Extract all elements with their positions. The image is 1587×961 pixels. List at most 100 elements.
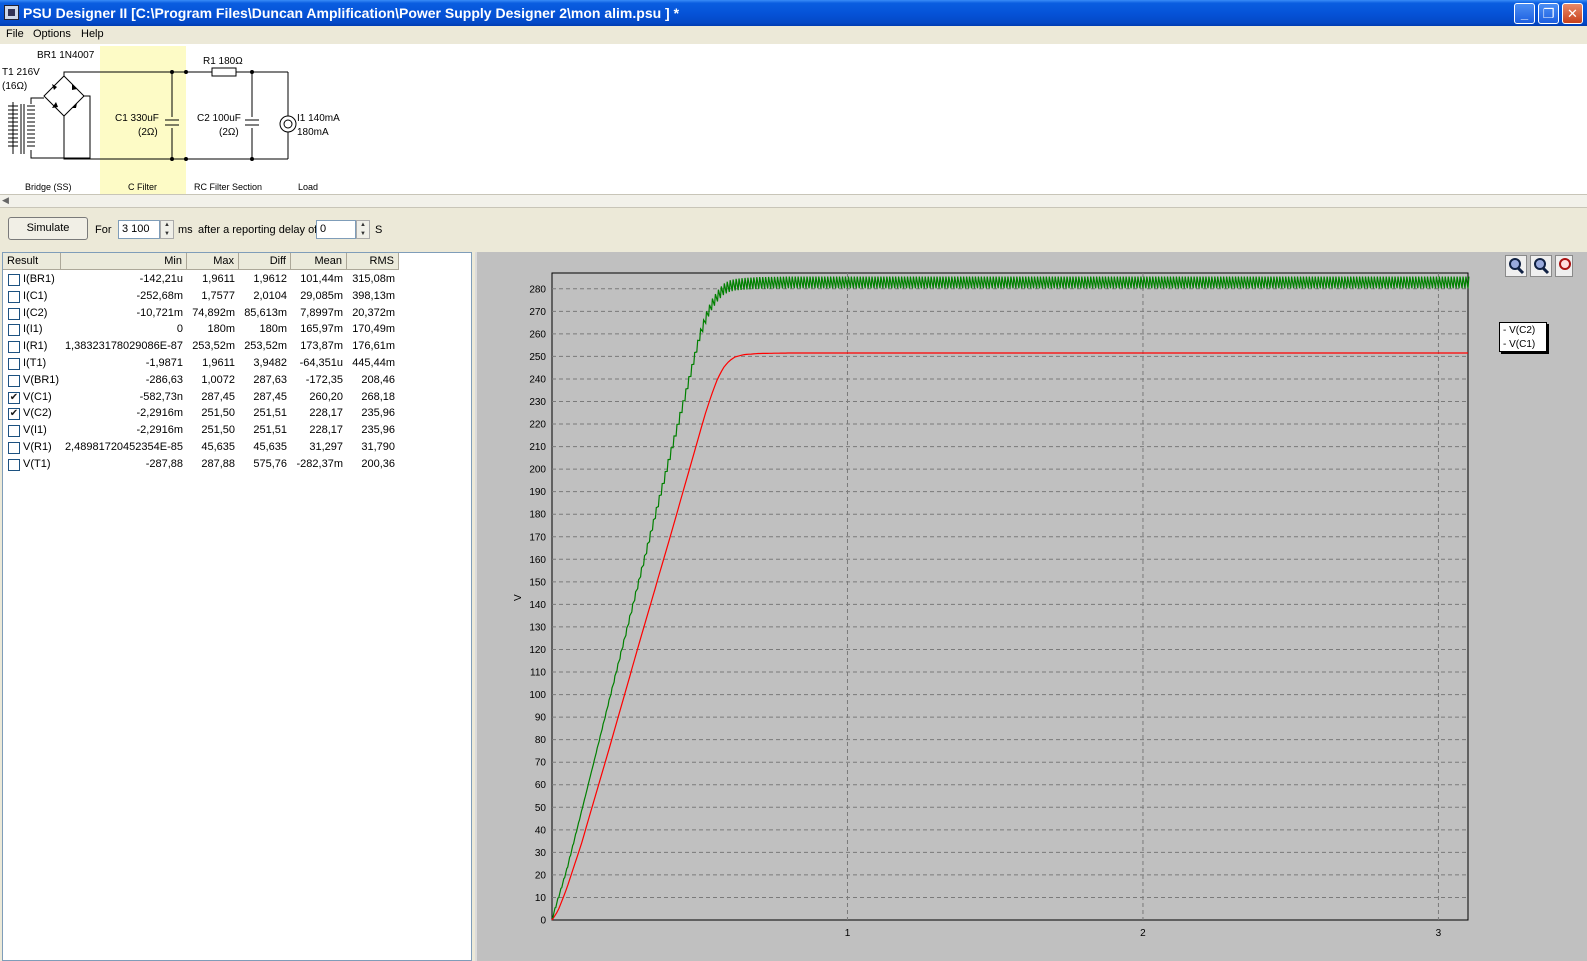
spin-up-icon[interactable]: ▲ — [357, 221, 369, 230]
app-icon[interactable] — [4, 5, 19, 20]
y-tick-label: 20 — [535, 870, 547, 881]
bridge-label[interactable]: BR1 1N4007 — [37, 50, 95, 61]
cell-min: -287,88 — [145, 457, 183, 470]
row-checkbox[interactable] — [8, 442, 20, 454]
row-checkbox[interactable] — [8, 458, 20, 471]
cell-mean: 165,97m — [300, 323, 343, 336]
table-row[interactable]: I(I1) 0 180m 180m 165,97m 170,49m — [3, 321, 403, 338]
table-row[interactable]: ✔ V(C1) -582,73n 287,45 287,45 260,20 268,18 — [3, 389, 403, 406]
c2-label[interactable]: C2 100uF — [197, 113, 241, 124]
cell-max: 1,0072 — [201, 373, 235, 386]
menu-file[interactable]: File — [6, 28, 24, 40]
y-tick-label: 280 — [529, 284, 546, 295]
cell-rms: 200,36 — [361, 457, 395, 470]
header-rms[interactable]: RMS — [347, 253, 399, 270]
row-checkbox[interactable]: ✔ — [8, 408, 20, 421]
menu-bar: File Options Help — [0, 26, 1587, 44]
minimize-button[interactable]: _ — [1514, 3, 1535, 24]
cell-max: 251,50 — [201, 407, 235, 420]
zoom-in-button[interactable] — [1505, 255, 1527, 277]
duration-input[interactable]: 3 100 — [118, 220, 160, 239]
y-tick-label: 110 — [530, 668, 546, 679]
results-table: Result Min Max Diff Mean RMS I(BR1) -142,… — [2, 252, 472, 961]
close-icon: ✕ — [1567, 6, 1578, 21]
cell-diff: 287,45 — [253, 390, 287, 403]
zoom-out-button[interactable] — [1530, 255, 1552, 277]
duration-spinner[interactable]: ▲ ▼ — [160, 220, 174, 239]
close-button[interactable]: ✕ — [1562, 3, 1583, 24]
cell-mean: 260,20 — [309, 390, 343, 403]
header-min[interactable]: Min — [61, 253, 187, 270]
header-mean[interactable]: Mean — [291, 253, 347, 270]
header-diff[interactable]: Diff — [239, 253, 291, 270]
simulate-button[interactable]: Simulate — [8, 217, 88, 240]
zoom-reset-button[interactable] — [1555, 255, 1573, 277]
cell-mean: 101,44m — [300, 273, 343, 285]
cell-max: 287,88 — [201, 457, 235, 470]
table-row[interactable]: I(T1) -1,9871 1,9611 3,9482 -64,351u 445,44m — [3, 355, 403, 372]
table-row[interactable]: I(C2) -10,721m 74,892m 85,613m 7,8997m 20,372… — [3, 305, 403, 322]
cell-mean: -172,35 — [305, 373, 343, 386]
scroll-left-arrow-icon[interactable]: ◀ — [2, 195, 9, 206]
table-row[interactable]: I(R1) 1,38323178029086E-87 253,52m 253,52m 1… — [3, 338, 403, 355]
cell-diff: 180m — [259, 323, 287, 336]
r1-label[interactable]: R1 180Ω — [203, 56, 243, 67]
cell-min: -1,9871 — [145, 357, 183, 369]
spin-down-icon[interactable]: ▼ — [161, 230, 173, 239]
y-axis-label: V — [513, 594, 524, 601]
table-row[interactable]: V(T1) -287,88 287,88 575,76 -282,37m 200,36 — [3, 456, 403, 473]
table-row[interactable]: V(I1) -2,2916m 251,50 251,51 228,17 235,96 — [3, 422, 403, 439]
delay-input[interactable]: 0 — [316, 220, 356, 239]
menu-help[interactable]: Help — [81, 28, 104, 40]
table-row[interactable]: ✔ V(C2) -2,2916m 251,50 251,51 228,17 235,96 — [3, 405, 403, 422]
cell-max: 253,52m — [192, 340, 235, 353]
delay-spinner[interactable]: ▲ ▼ — [356, 220, 370, 239]
y-tick-label: 40 — [535, 825, 547, 836]
table-row[interactable]: I(BR1) -142,21u 1,9611 1,9612 101,44m 315,08m — [3, 271, 403, 288]
row-checkbox[interactable] — [8, 358, 20, 370]
window-title: PSU Designer II [C:\Program Files\Duncan… — [23, 5, 680, 21]
table-row[interactable]: V(R1) 2,48981720452354E-85 45,635 45,635 31,… — [3, 439, 403, 456]
y-tick-label: 120 — [529, 645, 546, 656]
i1-label-2: 180mA — [297, 127, 329, 138]
row-checkbox[interactable] — [8, 425, 20, 438]
cell-min: -252,68m — [136, 289, 183, 302]
cell-max: 45,635 — [201, 441, 235, 453]
header-result[interactable]: Result — [3, 253, 61, 270]
row-checkbox[interactable] — [8, 341, 20, 354]
cell-min: -142,21u — [139, 273, 183, 285]
cell-max: 1,9611 — [202, 357, 235, 369]
i1-label[interactable]: I1 140mA — [297, 113, 340, 124]
table-row[interactable]: V(BR1) -286,63 1,0072 287,63 -172,35 208,46 — [3, 372, 403, 389]
maximize-button[interactable]: ❐ — [1538, 3, 1559, 24]
cell-max: 180m — [207, 323, 235, 336]
y-tick-label: 220 — [529, 420, 546, 431]
plot-area[interactable] — [551, 272, 1469, 921]
transformer-label[interactable]: T1 216V — [2, 67, 40, 78]
row-checkbox[interactable] — [8, 324, 20, 337]
row-checkbox[interactable] — [8, 374, 20, 387]
c2-resistance: (2Ω) — [219, 127, 239, 138]
y-tick-label: 30 — [535, 848, 547, 859]
c1-label[interactable]: C1 330uF — [115, 113, 159, 124]
spin-down-icon[interactable]: ▼ — [357, 230, 369, 239]
simulation-toolbar: Simulate For 3 100 ▲ ▼ ms after a reporti… — [0, 208, 1587, 250]
title-bar: PSU Designer II [C:\Program Files\Duncan… — [0, 0, 1587, 26]
cell-diff: 1,9612 — [253, 273, 287, 285]
table-row[interactable]: I(C1) -252,68m 1,7577 2,0104 29,085m 398,13m — [3, 288, 403, 305]
cell-diff: 251,51 — [253, 407, 287, 420]
cell-diff: 253,52m — [244, 340, 287, 353]
schematic-horizontal-scrollbar[interactable]: ◀ — [0, 194, 1587, 208]
row-checkbox[interactable] — [8, 290, 20, 303]
section-c-filter: C Filter — [128, 182, 157, 192]
spin-up-icon[interactable]: ▲ — [161, 221, 173, 230]
row-checkbox[interactable] — [8, 274, 20, 286]
row-checkbox[interactable] — [8, 307, 20, 320]
cell-diff: 251,51 — [253, 424, 287, 437]
y-tick-label: 260 — [529, 329, 546, 340]
cell-rms: 235,96 — [361, 424, 395, 437]
menu-options[interactable]: Options — [33, 28, 71, 40]
cell-min: -286,63 — [145, 373, 183, 386]
row-checkbox[interactable]: ✔ — [8, 391, 20, 404]
header-max[interactable]: Max — [187, 253, 239, 270]
